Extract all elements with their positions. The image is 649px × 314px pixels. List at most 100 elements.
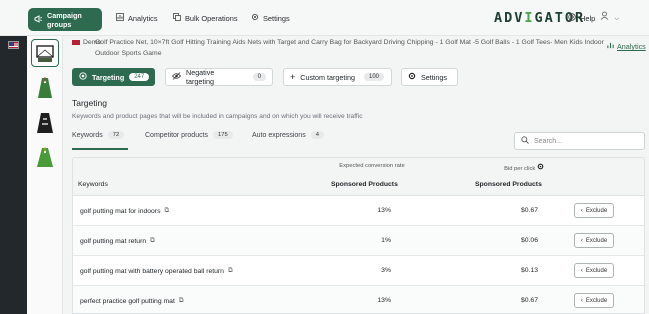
chevron-left-icon: ‹ <box>580 267 583 274</box>
subtab-keywords-label: Keywords <box>72 131 103 139</box>
exclude-button[interactable]: ‹ Exclude <box>574 263 614 278</box>
conversion-group-header: Expected conversion rate <box>339 163 405 169</box>
table-row: perfect practice golf putting mat ⧉ 13% $… <box>73 286 644 313</box>
conversion-cell: 3% <box>381 267 391 274</box>
keyword-cell[interactable]: golf putting mat return ⧉ <box>80 237 155 245</box>
exclude-label: Exclude <box>585 207 608 214</box>
tab-targeting[interactable]: Targeting 247 <box>72 68 155 86</box>
bid-cell: $0.13 <box>520 267 538 274</box>
subtab-active-indicator <box>72 148 128 150</box>
top-navigation: Campaign groups Analytics Bulk Operation… <box>0 0 649 36</box>
logo-text-accent: I <box>524 10 535 26</box>
bid-cell: $0.67 <box>520 207 538 214</box>
chevron-left-icon: ‹ <box>580 207 583 214</box>
nav-bulk-operations-label: Bulk Operations <box>185 13 238 23</box>
product-thumb[interactable] <box>31 109 59 137</box>
tab-targeting-count: 247 <box>129 73 150 81</box>
tab-negative-targeting-count: 0 <box>252 73 266 81</box>
putting-green-product-image <box>37 147 53 167</box>
table-header: Expected conversion rate Bid per click K… <box>73 158 644 196</box>
conversion-column-header: Sponsored Products <box>331 181 398 188</box>
subtab-auto-expressions-count: 4 <box>310 131 324 139</box>
chevron-down-icon: ⌵ <box>614 16 620 22</box>
tab-settings[interactable]: Settings <box>401 68 458 86</box>
product-thumb[interactable] <box>31 143 59 171</box>
target-icon <box>79 72 87 82</box>
product-analytics-link[interactable]: Analytics <box>607 42 646 51</box>
help-icon <box>568 13 576 23</box>
section-title: Targeting <box>72 98 107 108</box>
external-link-icon[interactable]: ⧉ <box>164 207 169 215</box>
tab-targeting-label: Targeting <box>92 72 125 82</box>
plus-icon: + <box>290 72 296 82</box>
subtab-competitor-products-label: Competitor products <box>145 131 209 139</box>
nav-bulk-operations[interactable]: Bulk Operations <box>173 13 238 23</box>
product-thumb-selected[interactable] <box>31 39 59 67</box>
bid-cell: $0.67 <box>520 297 538 304</box>
layers-icon <box>173 13 181 23</box>
exclude-label: Exclude <box>585 297 608 304</box>
product-list <box>27 36 63 314</box>
tab-custom-targeting-label: Custom targeting <box>300 72 355 82</box>
keywords-table: Expected conversion rate Bid per click K… <box>72 157 645 314</box>
keyword-cell[interactable]: golf putting mat with battery operated b… <box>80 267 233 275</box>
product-thumb[interactable] <box>31 74 59 102</box>
gear-icon <box>537 163 544 172</box>
logo-text-left: ADV <box>494 10 525 26</box>
exclude-button[interactable]: ‹ Exclude <box>574 203 614 218</box>
bid-cell: $0.06 <box>520 237 538 244</box>
keyword-text: golf putting mat return <box>80 237 147 245</box>
chevron-left-icon: ‹ <box>580 297 583 304</box>
megaphone-icon <box>34 14 43 25</box>
external-link-icon[interactable]: ⧉ <box>179 297 184 305</box>
keyword-cell[interactable]: perfect practice golf putting mat ⧉ <box>80 297 183 305</box>
nav-settings[interactable]: Settings <box>251 13 290 23</box>
keyword-text: perfect practice golf putting mat <box>80 297 175 305</box>
putting-mat-product-image <box>38 77 52 98</box>
exclude-button[interactable]: ‹ Exclude <box>574 293 614 308</box>
subtab-keywords[interactable]: Keywords 72 <box>72 131 125 139</box>
conversion-cell: 13% <box>377 297 391 304</box>
help-button[interactable]: Help <box>568 13 595 23</box>
tab-settings-label: Settings <box>421 72 447 82</box>
external-link-icon[interactable]: ⧉ <box>228 267 233 275</box>
user-menu[interactable]: ⌵ <box>600 11 619 23</box>
nav-campaign-groups[interactable]: Campaign groups <box>28 8 102 31</box>
nav-analytics-label: Analytics <box>128 13 158 23</box>
tab-custom-targeting[interactable]: + Custom targeting 100 <box>283 68 392 86</box>
conversion-cell: 13% <box>377 207 391 214</box>
exclude-label: Exclude <box>585 237 608 244</box>
subtab-competitor-products-count: 175 <box>213 131 233 139</box>
keyword-cell[interactable]: golf putting mat for indoors ⧉ <box>80 207 169 215</box>
tab-custom-targeting-count: 100 <box>364 73 385 81</box>
search-placeholder: Search... <box>534 137 563 145</box>
subtab-auto-expressions[interactable]: Auto expressions 4 <box>252 131 324 139</box>
help-label: Help <box>580 13 596 23</box>
nav-settings-label: Settings <box>263 13 290 23</box>
bid-group-header[interactable]: Bid per click <box>464 163 584 172</box>
subtab-keywords-count: 72 <box>107 131 125 139</box>
golf-net-product-image <box>36 45 54 62</box>
tab-negative-targeting[interactable]: Negative targeting 0 <box>165 68 273 86</box>
keywords-column-header: Keywords <box>78 181 108 188</box>
external-link-icon[interactable]: ⧉ <box>150 237 155 245</box>
us-flag-icon[interactable] <box>8 41 19 49</box>
conversion-cell: 1% <box>381 237 391 244</box>
keyword-text: golf putting mat for indoors <box>80 207 161 215</box>
keyword-text: golf putting mat with battery operated b… <box>80 267 224 275</box>
table-row: golf putting mat return ⧉ 1% $0.06 ‹ Exclu… <box>73 226 644 256</box>
chart-icon <box>116 13 124 23</box>
subtab-competitor-products[interactable]: Competitor products 175 <box>145 131 233 139</box>
nav-analytics[interactable]: Analytics <box>116 13 158 23</box>
us-flag-mini-icon <box>72 39 80 45</box>
marketplace-rail <box>0 36 27 314</box>
chevron-left-icon: ‹ <box>580 237 583 244</box>
gear-icon <box>408 72 416 82</box>
table-row: golf putting mat for indoors ⧉ 13% $0.67 … <box>73 196 644 226</box>
exclude-button[interactable]: ‹ Exclude <box>574 233 614 248</box>
search-input[interactable]: Search... <box>514 132 645 150</box>
search-icon <box>521 136 529 146</box>
table-row: golf putting mat with battery operated b… <box>73 256 644 286</box>
bid-group-header-label: Bid per click <box>504 166 536 172</box>
bid-column-header: Sponsored Products <box>475 181 542 188</box>
